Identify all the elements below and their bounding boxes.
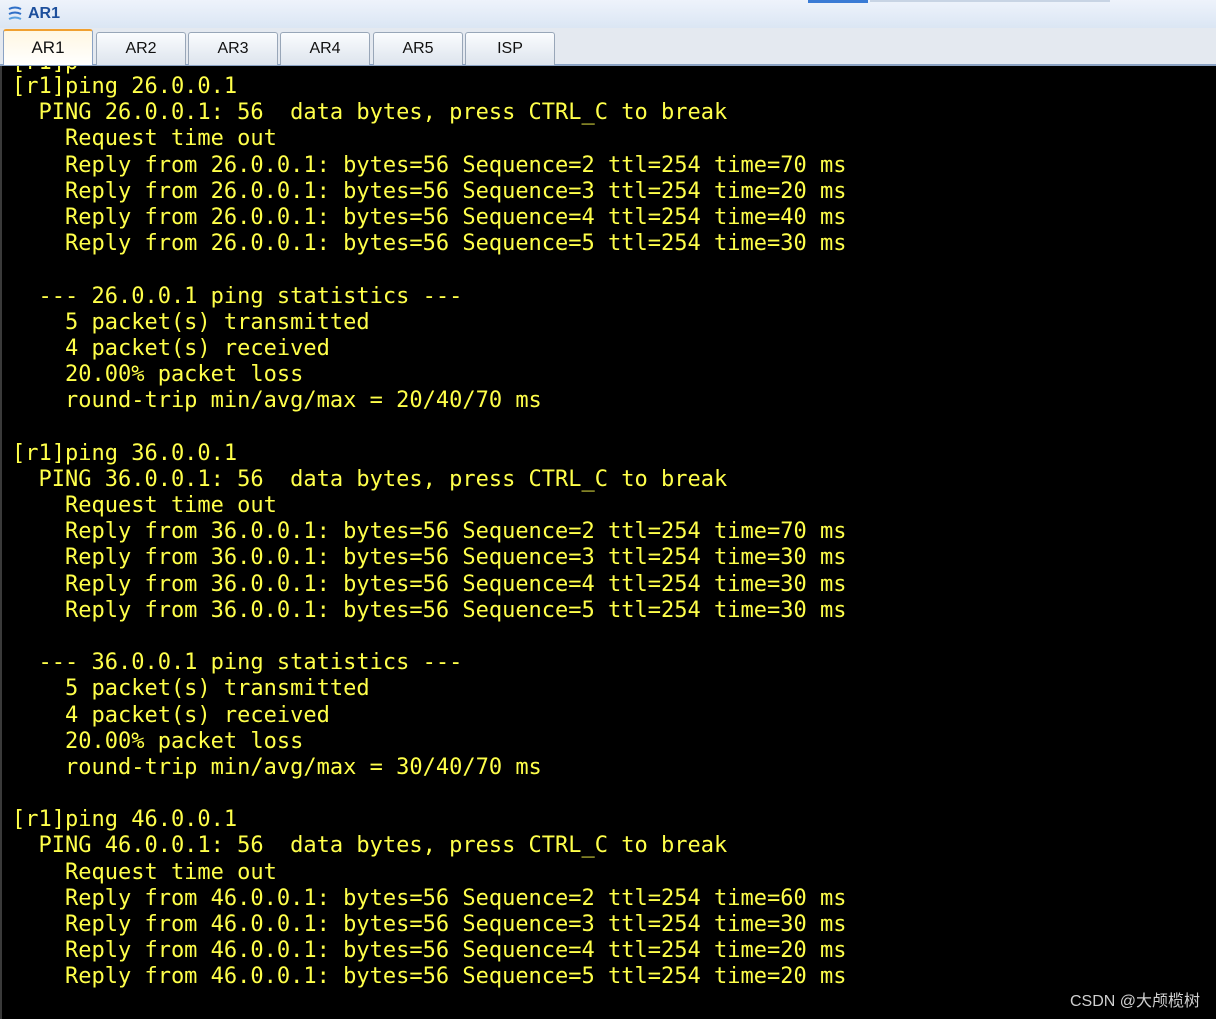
tab-label: AR3 [217,40,249,57]
terminal-line: Request time out [12,493,277,518]
terminal-line: Reply from 46.0.0.1: bytes=56 Sequence=2… [12,885,847,911]
watermark: CSDN @大颅榄树 [1069,993,1200,1010]
terminal-line: --- 26.0.0.1 ping statistics --- [12,283,463,309]
title-accent-bar [808,0,868,3]
tab-isp[interactable]: ISP [465,32,555,65]
terminal-line: Request time out [12,126,277,152]
terminal-line: Reply from 26.0.0.1: bytes=56 Sequence=4… [12,204,847,230]
terminal-line: round-trip min/avg/max = 30/40/70 ms [12,754,542,780]
terminal-line: Reply from 36.0.0.1: bytes=56 Sequence=5… [12,597,847,623]
tab-label: AR1 [31,38,65,57]
terminal-line: Request time out [12,859,277,885]
terminal-line: --- 36.0.0.1 ping statistics --- [12,650,463,676]
tab-label: AR4 [309,40,341,57]
tab-ar4[interactable]: AR4 [280,32,370,65]
terminal-line: PING 26.0.0.1: 56 data bytes, press CTRL… [12,100,728,126]
terminal-line: [r1]ping 36.0.0.1 [12,440,238,466]
tab-ar5[interactable]: AR5 [373,32,463,65]
terminal-line: 20.00% packet loss [12,728,304,754]
tab-ar1[interactable]: AR1 [3,29,93,65]
terminal-line: Reply from 46.0.0.1: bytes=56 Sequence=3… [12,912,847,937]
title-bar: AR1 [0,0,1216,28]
terminal-line: Reply from 26.0.0.1: bytes=56 Sequence=2… [12,152,847,178]
terminal-line: round-trip min/avg/max = 20/40/70 ms [12,388,542,414]
terminal-line: [r1]ping 46.0.0.1 [12,807,238,833]
terminal-line: [r1]ping 26.0.0.1 [12,74,238,99]
terminal-line: PING 46.0.0.1: 56 data bytes, press CTRL… [12,833,728,859]
terminal-line: Reply from 36.0.0.1: bytes=56 Sequence=3… [12,545,847,571]
terminal-line: 4 packet(s) received [12,702,330,728]
tab-label: AR2 [125,40,157,57]
window-title: AR1 [28,5,61,22]
terminal-line: Reply from 26.0.0.1: bytes=56 Sequence=5… [12,231,847,257]
tab-label: ISP [497,40,523,57]
terminal-line: 4 packet(s) received [12,335,330,361]
title-accent-line [870,0,1110,2]
terminal-output: [r1]ping 26.0.0.1 PING 26.0.0.1: 56 data… [12,74,846,991]
terminal-line: 5 packet(s) transmitted [12,676,370,702]
terminal-line: 20.00% packet loss [12,362,304,388]
tab-ar3[interactable]: AR3 [188,32,278,65]
tab-ar2[interactable]: AR2 [96,32,186,65]
session-tab-bar: AR1 AR2 AR3 AR4 AR5 ISP [0,28,1216,66]
terminal-line: PING 36.0.0.1: 56 data bytes, press CTRL… [12,466,728,492]
terminal-line: 5 packet(s) transmitted [12,309,370,335]
terminal-console[interactable]: [r1]p [r1]ping 26.0.0.1 PING 26.0.0.1: 5… [0,66,1216,1019]
terminal-line: Reply from 36.0.0.1: bytes=56 Sequence=4… [12,571,847,597]
terminal-line: Reply from 46.0.0.1: bytes=56 Sequence=5… [12,964,847,990]
terminal-line: Reply from 46.0.0.1: bytes=56 Sequence=4… [12,938,847,964]
terminal-line: Reply from 26.0.0.1: bytes=56 Sequence=3… [12,178,847,204]
router-app-icon [8,6,22,20]
tab-label: AR5 [402,40,434,57]
terminal-line: Reply from 36.0.0.1: bytes=56 Sequence=2… [12,519,847,545]
